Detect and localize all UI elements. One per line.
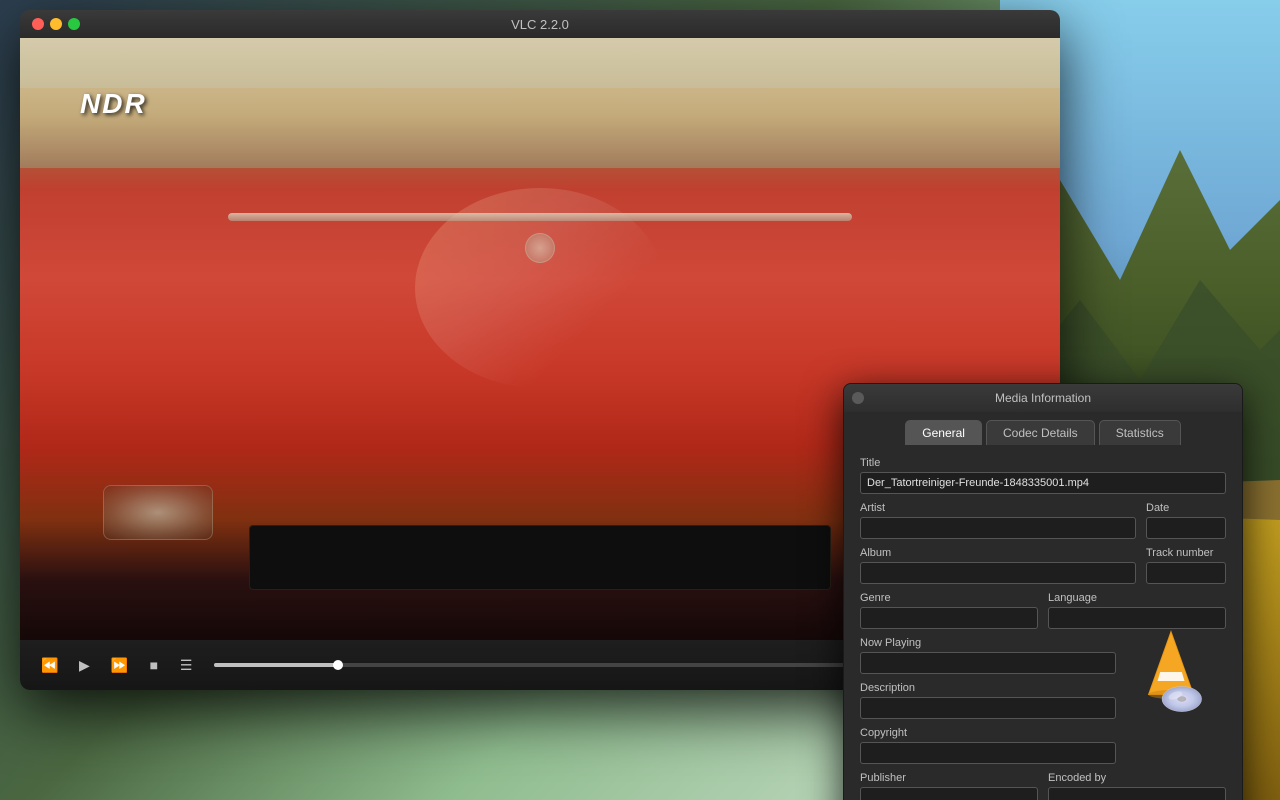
title-input[interactable] [860, 472, 1226, 494]
publisher-group: Publisher [860, 772, 1038, 800]
title-label: Title [860, 457, 1226, 469]
tab-codec-details[interactable]: Codec Details [986, 420, 1095, 445]
now-playing-input[interactable] [860, 652, 1116, 674]
language-group: Language [1048, 592, 1226, 629]
minimize-button[interactable] [50, 18, 62, 30]
encoded-by-input[interactable] [1048, 787, 1226, 800]
publisher-encoded-row: Publisher Encoded by [860, 772, 1226, 800]
window-title: VLC 2.2.0 [511, 17, 569, 32]
copyright-row: Copyright [860, 727, 1226, 764]
album-input[interactable] [860, 562, 1136, 584]
publisher-label: Publisher [860, 772, 1038, 784]
track-number-group: Track number [1146, 547, 1226, 584]
album-group: Album [860, 547, 1136, 584]
chrome-strip [228, 213, 852, 221]
media-info-dialog: Media Information General Codec Details … [843, 383, 1243, 800]
genre-group: Genre [860, 592, 1038, 629]
date-group: Date [1146, 502, 1226, 539]
car-emblem [525, 233, 555, 263]
track-number-input[interactable] [1146, 562, 1226, 584]
date-input[interactable] [1146, 517, 1226, 539]
desktop: VLC 2.2.0 NDR [0, 0, 1280, 800]
dialog-title-bar: Media Information [844, 384, 1242, 412]
sky-bg [20, 38, 1060, 88]
ndr-logo: NDR [80, 88, 147, 120]
play-button[interactable]: ▶ [72, 653, 96, 678]
date-label: Date [1146, 502, 1226, 514]
copyright-input[interactable] [860, 742, 1116, 764]
description-input[interactable] [860, 697, 1116, 719]
encoded-by-label: Encoded by [1048, 772, 1226, 784]
fast-forward-button[interactable]: ⏩ [104, 653, 133, 678]
track-number-label: Track number [1146, 547, 1226, 559]
rewind-button[interactable]: ⏪ [35, 653, 64, 678]
progress-indicator [333, 660, 343, 670]
genre-input[interactable] [860, 607, 1038, 629]
artist-input[interactable] [860, 517, 1136, 539]
publisher-input[interactable] [860, 787, 1038, 800]
description-label: Description [860, 682, 1116, 694]
language-input[interactable] [1048, 607, 1226, 629]
artist-date-row: Artist Date [860, 502, 1226, 539]
progress-fill [214, 663, 337, 667]
language-label: Language [1048, 592, 1226, 604]
artist-label: Artist [860, 502, 1136, 514]
genre-language-row: Genre Language [860, 592, 1226, 629]
dialog-tabs: General Codec Details Statistics [844, 412, 1242, 445]
lower-section: Now Playing Description Copyright [860, 637, 1226, 764]
album-label: Album [860, 547, 1136, 559]
close-button[interactable] [32, 18, 44, 30]
genre-label: Genre [860, 592, 1038, 604]
stop-button[interactable]: ■ [142, 653, 166, 677]
tab-statistics[interactable]: Statistics [1099, 420, 1181, 445]
dialog-form-content: Title Artist Date Album [844, 445, 1242, 800]
copyright-label: Copyright [860, 727, 1116, 739]
playlist-button[interactable]: ☰ [174, 653, 199, 678]
maximize-button[interactable] [68, 18, 80, 30]
title-row: Title [860, 457, 1226, 494]
title-bar: VLC 2.2.0 [20, 10, 1060, 38]
dialog-title: Media Information [995, 391, 1091, 405]
car-grille [249, 525, 831, 590]
now-playing-label: Now Playing [860, 637, 1116, 649]
artist-group: Artist [860, 502, 1136, 539]
album-track-row: Album Track number [860, 547, 1226, 584]
vlc-cone-icon [1126, 627, 1216, 717]
tab-general[interactable]: General [905, 420, 982, 445]
vlc-icon-container [1126, 627, 1226, 722]
encoded-by-group: Encoded by [1048, 772, 1226, 800]
window-controls [32, 18, 80, 30]
dialog-close-button[interactable] [852, 392, 864, 404]
headlight-left [103, 485, 213, 540]
